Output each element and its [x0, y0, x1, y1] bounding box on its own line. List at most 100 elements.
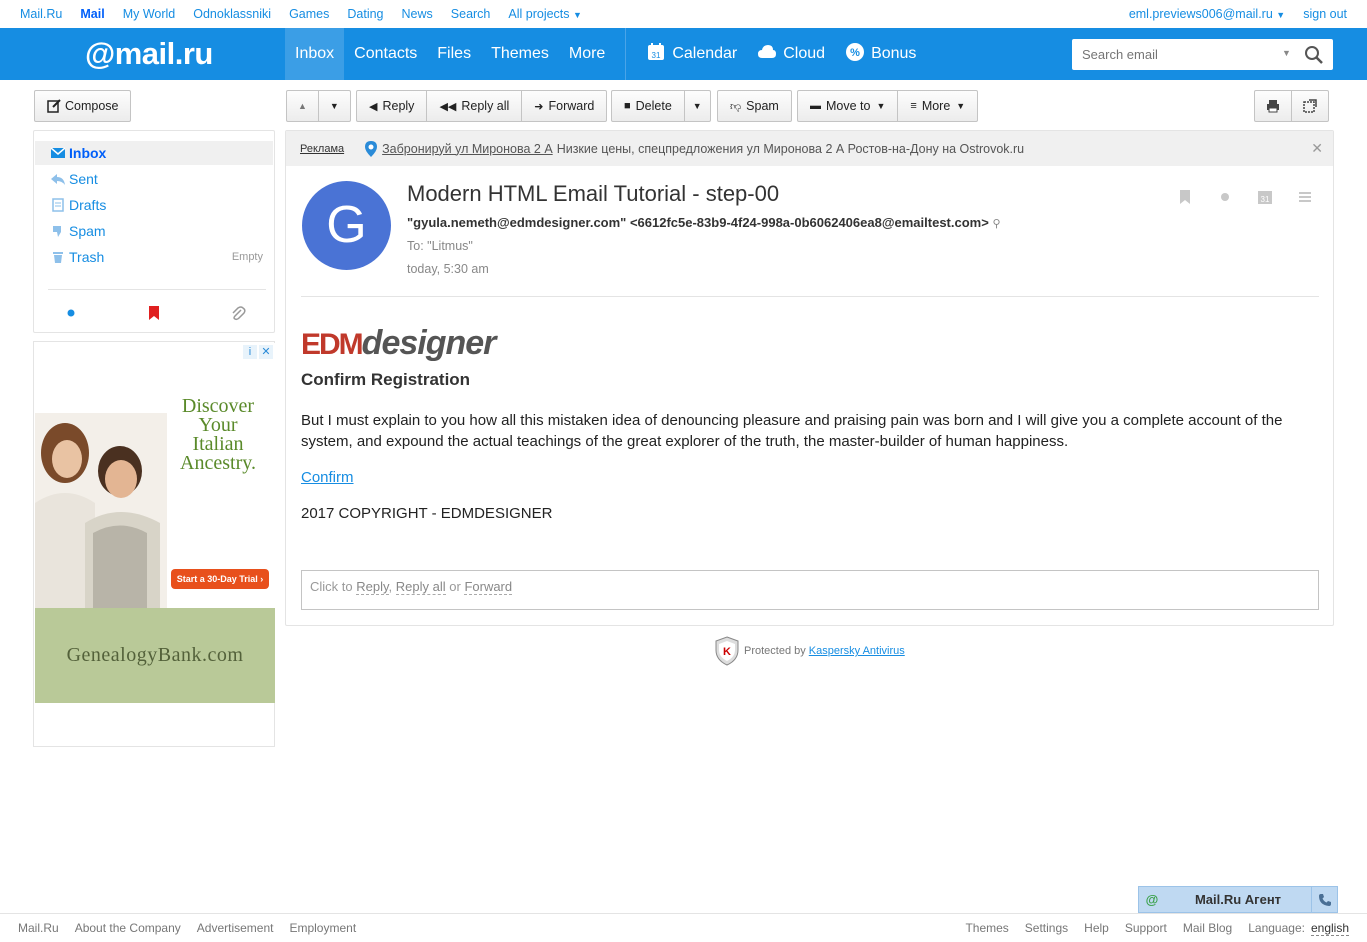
menu-icon[interactable]: [1297, 189, 1313, 205]
logo-text: @mail.ru: [85, 36, 213, 71]
flagged-filter-icon[interactable]: [146, 305, 162, 321]
more-button[interactable]: ≡ More ▼: [898, 91, 977, 121]
message-pane: Реклама Забронируй ул Миронова 2 А Низки…: [285, 130, 1334, 626]
next-message-button[interactable]: ▼: [319, 91, 350, 121]
empty-trash-link[interactable]: Empty: [232, 251, 263, 263]
quick-forward-link[interactable]: Forward: [464, 579, 513, 595]
compose-button[interactable]: Compose: [34, 90, 131, 122]
portal-link-all-projects[interactable]: All projects ▼: [508, 7, 582, 21]
footer-link-about[interactable]: About the Company: [75, 921, 181, 935]
ad-close-icon[interactable]: ✕: [259, 345, 273, 359]
agent-widget[interactable]: @ Mail.Ru Агент: [1138, 886, 1338, 913]
footer-link-advertisement[interactable]: Advertisement: [197, 921, 274, 935]
footer-link-help[interactable]: Help: [1084, 921, 1109, 936]
nav-cloud[interactable]: Cloud: [747, 28, 835, 80]
delete-options-button[interactable]: ▼: [685, 91, 710, 121]
search-icon[interactable]: [1304, 45, 1324, 65]
nav-bonus[interactable]: % Bonus: [835, 28, 926, 80]
folder-inbox[interactable]: Inbox: [35, 141, 273, 165]
user-menu[interactable]: eml.previews006@mail.ru ▼: [1129, 7, 1285, 21]
confirm-link[interactable]: Confirm: [301, 469, 354, 486]
quick-reply-box[interactable]: Click to Reply, Reply all or Forward: [301, 570, 1319, 610]
forward-button[interactable]: ➜ Forward: [522, 91, 606, 121]
nav-inbox[interactable]: Inbox: [285, 28, 345, 80]
footer-link-themes[interactable]: Themes: [965, 921, 1008, 936]
folder-spam[interactable]: Spam: [35, 219, 273, 243]
portal-link-odnoklassniki[interactable]: Odnoklassniki: [193, 7, 271, 21]
portal-link-news[interactable]: News: [402, 7, 433, 21]
portal-link-search[interactable]: Search: [451, 7, 491, 21]
portal-bar: Mail.Ru Mail My World Odnoklassniki Game…: [0, 0, 1367, 28]
folder-sent[interactable]: Sent: [35, 167, 273, 191]
ad-label[interactable]: Реклама: [300, 143, 344, 155]
main-header: @mail.ru Inbox Contacts Files Themes Mor…: [0, 28, 1367, 80]
open-in-window-button[interactable]: [1292, 91, 1328, 121]
message-sender[interactable]: "gyula.nemeth@edmdesigner.com" <6612fc5e…: [407, 215, 1001, 230]
edmdesigner-logo: EDM designer: [301, 324, 496, 362]
reply-all-button[interactable]: ◀◀ Reply all: [427, 91, 523, 121]
folder-trash[interactable]: Trash Empty: [35, 245, 273, 269]
language-selector[interactable]: english: [1310, 921, 1349, 936]
portal-link-myworld[interactable]: My World: [123, 7, 176, 21]
quick-reply-all-link[interactable]: Reply all: [395, 579, 446, 595]
nav-calendar-label: Calendar: [672, 45, 738, 62]
ad-text: Низкие цены, спецпредложения ул Миронова…: [556, 141, 1025, 156]
sender-address: "gyula.nemeth@edmdesigner.com" <6612fc5e…: [407, 215, 989, 230]
phone-button[interactable]: [1311, 887, 1337, 912]
ad-link[interactable]: Забронируй ул Миронова 2 А: [382, 142, 553, 156]
calendar-icon[interactable]: 31: [1257, 189, 1273, 205]
search-options-chevron-icon[interactable]: ▼: [1282, 48, 1291, 58]
quick-reply-link[interactable]: Reply: [356, 579, 389, 595]
portal-link-mail[interactable]: Mail: [80, 7, 104, 21]
print-icon: [1267, 100, 1279, 113]
footer-link-blog[interactable]: Mail Blog: [1183, 921, 1232, 936]
attachment-filter-icon[interactable]: [230, 305, 246, 321]
nav-calendar[interactable]: 31 Calendar: [636, 28, 747, 80]
main-nav: Inbox Contacts Files Themes More 31 Calen…: [285, 28, 926, 80]
message-recipient: To: "Litmus": [407, 239, 473, 253]
new-window-icon: [1303, 99, 1317, 113]
reply-button[interactable]: ◀ Reply: [357, 91, 428, 121]
portal-link-dating[interactable]: Dating: [347, 7, 383, 21]
previous-message-button[interactable]: ▲: [287, 91, 319, 121]
move-to-label: Move to: [826, 99, 871, 113]
footer-link-support[interactable]: Support: [1125, 921, 1167, 936]
move-to-button[interactable]: ▬ Move to ▼: [798, 91, 899, 121]
unread-filter-icon[interactable]: [63, 305, 79, 321]
nav-themes[interactable]: Themes: [481, 28, 559, 80]
chevron-down-icon: ▼: [692, 101, 702, 111]
sidebar-ad[interactable]: i ✕ Discover Your Italian Ancestry. Star…: [35, 343, 275, 703]
footer-link-settings[interactable]: Settings: [1025, 921, 1068, 936]
move-more-group: ▬ Move to ▼ ≡ More ▼: [797, 90, 979, 122]
nav-more[interactable]: More: [559, 28, 615, 80]
ad-info-icon[interactable]: i: [243, 345, 257, 359]
sign-out-link[interactable]: sign out: [1303, 7, 1347, 21]
print-button[interactable]: [1255, 91, 1292, 121]
bookmark-icon[interactable]: [1177, 189, 1193, 205]
nav-contacts[interactable]: Contacts: [344, 28, 427, 80]
language-label: Language:: [1248, 921, 1305, 935]
logo-part-edm: EDM: [301, 328, 364, 361]
kaspersky-link[interactable]: Kaspersky Antivirus: [809, 645, 905, 657]
search-icon[interactable]: ⚲: [992, 218, 1000, 230]
ad-cta-button[interactable]: Start a 30-Day Trial ›: [171, 569, 269, 589]
footer-link-mailru[interactable]: Mail.Ru: [18, 921, 59, 935]
footer-link-employment[interactable]: Employment: [289, 921, 356, 935]
delete-label: Delete: [635, 99, 672, 113]
mailru-logo[interactable]: @mail.ru: [85, 36, 213, 72]
search-box: ▼: [1072, 39, 1333, 70]
unread-dot-icon[interactable]: [1217, 189, 1233, 205]
close-icon[interactable]: ✕: [1311, 140, 1323, 157]
reply-or: or: [449, 579, 461, 594]
compose-label: Compose: [65, 99, 119, 113]
portal-link-games[interactable]: Games: [289, 7, 329, 21]
chevron-down-icon: ▼: [956, 101, 966, 111]
email-copyright: 2017 COPYRIGHT - EDMDESIGNER: [301, 505, 553, 522]
nav-files[interactable]: Files: [427, 28, 481, 80]
spam-button[interactable]: 👎︎ Spam: [718, 91, 791, 121]
folder-drafts[interactable]: Drafts: [35, 193, 273, 217]
portal-link-mailru[interactable]: Mail.Ru: [20, 7, 62, 21]
delete-button[interactable]: ■ Delete: [612, 91, 685, 121]
search-input[interactable]: [1072, 39, 1272, 70]
chevron-down-icon: ▼: [1276, 10, 1286, 20]
